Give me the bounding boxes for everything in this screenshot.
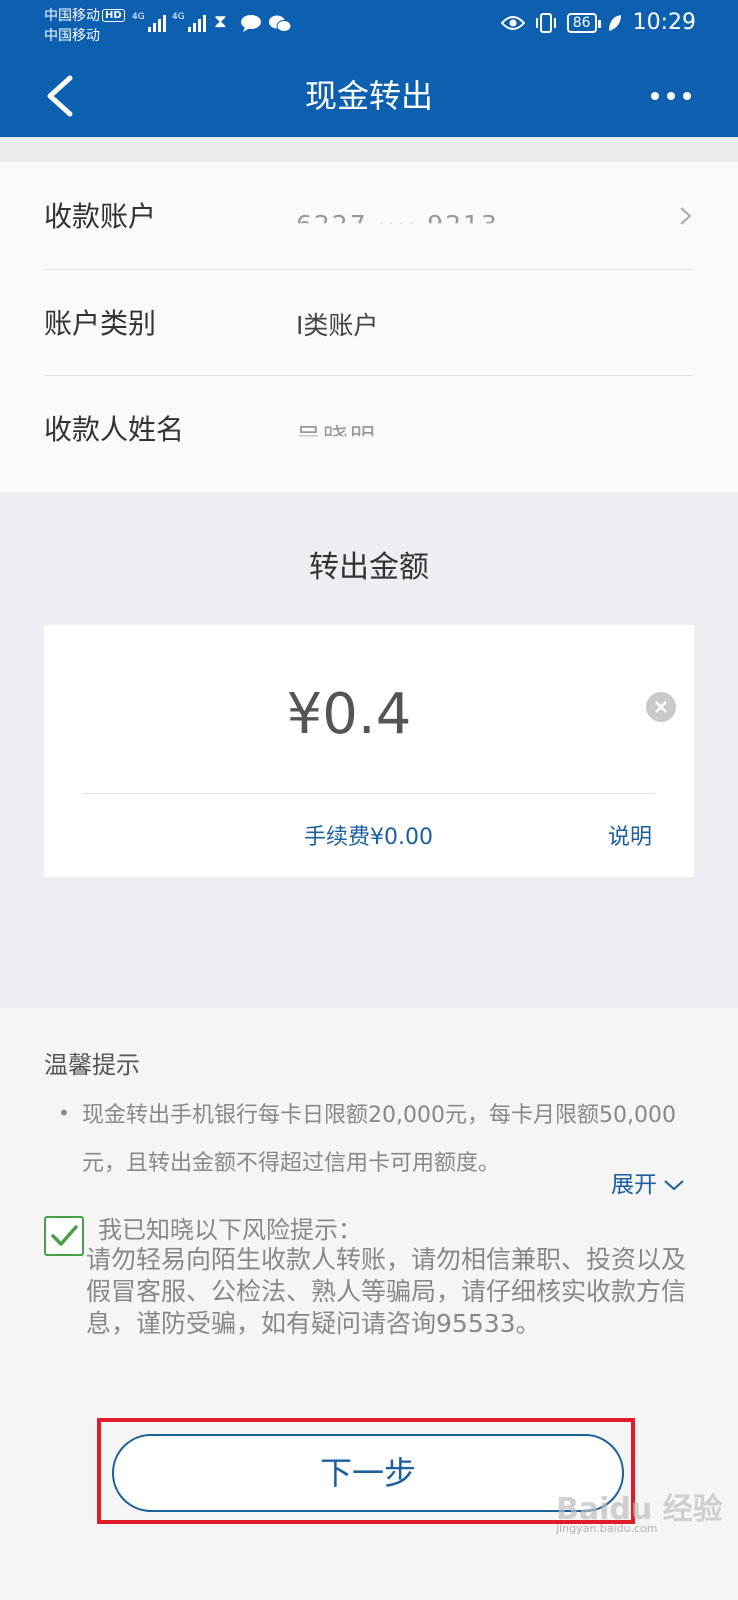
row-label: 收款账户: [44, 200, 157, 233]
fee-text: 手续费¥0.00: [304, 825, 433, 850]
next-step-button[interactable]: 下一步: [112, 1434, 624, 1512]
wechat-icon: [269, 15, 292, 32]
account-info-section: 收款账户 6227 ···· 9213 账户类别 I类账户 收款人姓名 吴晓明: [0, 162, 738, 492]
baidu-watermark: Baidu 经验 jingyan.baidu.com: [556, 1484, 736, 1535]
chevron-down-icon: [664, 1180, 684, 1191]
amount-title: 转出金额: [309, 550, 429, 585]
carrier-2: 中国移动: [44, 28, 100, 44]
risk-title: 我已知晓以下风险提示：: [98, 1216, 362, 1244]
clear-icon[interactable]: [646, 692, 676, 722]
bullet: •: [58, 1101, 70, 1125]
tip-text: 现金转出手机银行每卡日限额20,000元，每卡月限额50,000元，且转出金额不…: [82, 1103, 676, 1176]
status-bar: 中国移动 HD 中国移动 4G 4G ⧗ 86 10:29: [0, 0, 738, 50]
network-type-2: 4G: [172, 12, 185, 22]
amount-card: ¥0.4 手续费¥0.00 说明: [44, 625, 694, 877]
signal-icon-2: 4G: [172, 12, 206, 32]
battery-indicator: 86: [566, 12, 601, 33]
row-label: 收款人姓名: [44, 413, 185, 446]
message-icon: [241, 15, 261, 32]
page-title: 现金转出: [304, 77, 433, 115]
eye-icon: [500, 15, 525, 30]
expand-label: 展开: [611, 1172, 657, 1198]
expand-button[interactable]: 展开: [611, 1168, 685, 1202]
tips-title: 温馨提示: [44, 1051, 140, 1079]
app-header: 中国移动 HD 中国移动 4G 4G ⧗ 86 10:29 现金转出: [0, 0, 738, 137]
payee-name-value: 吴晓明: [296, 423, 378, 452]
amount-input[interactable]: ¥0.4: [44, 680, 654, 750]
hourglass-icon: ⧗: [214, 11, 227, 32]
section-gap: [0, 137, 738, 162]
transfer-amount-section: 转出金额 ¥0.4 手续费¥0.00 说明: [0, 492, 738, 1008]
carrier-1: 中国移动: [44, 8, 100, 24]
risk-text: 请勿轻易向陌生收款人转账，请勿相信兼职、投资以及假冒客服、公检法、熟人等骗局，请…: [86, 1245, 687, 1338]
signal-icon: 4G: [132, 12, 166, 32]
divider: [83, 793, 655, 794]
watermark-sub: jingyan.baidu.com: [556, 1522, 658, 1535]
chevron-right-icon: [680, 207, 692, 225]
payee-account-row[interactable]: 收款账户 6227 ···· 9213: [44, 162, 694, 270]
account-type-value: I类账户: [296, 311, 379, 340]
status-right: 86 10:29: [500, 10, 696, 35]
leaf-icon: [608, 14, 621, 31]
row-label: 账户类别: [44, 307, 157, 340]
network-type-1: 4G: [132, 12, 145, 22]
payee-name-row: 收款人姓名 吴晓明: [44, 375, 694, 483]
risk-ack-checkbox[interactable]: [44, 1216, 84, 1256]
payee-account-value: 6227 ···· 9213: [296, 210, 499, 239]
account-type-row: 账户类别 I类账户: [44, 269, 694, 377]
vibrate-icon: [535, 12, 556, 33]
carrier-info: 中国移动 HD 中国移动: [44, 6, 125, 46]
hd-badge: HD: [102, 9, 125, 22]
clock: 10:29: [632, 10, 696, 35]
more-options-icon[interactable]: [648, 86, 694, 106]
checkmark-icon: [51, 1225, 78, 1246]
explain-link[interactable]: 说明: [608, 822, 652, 854]
